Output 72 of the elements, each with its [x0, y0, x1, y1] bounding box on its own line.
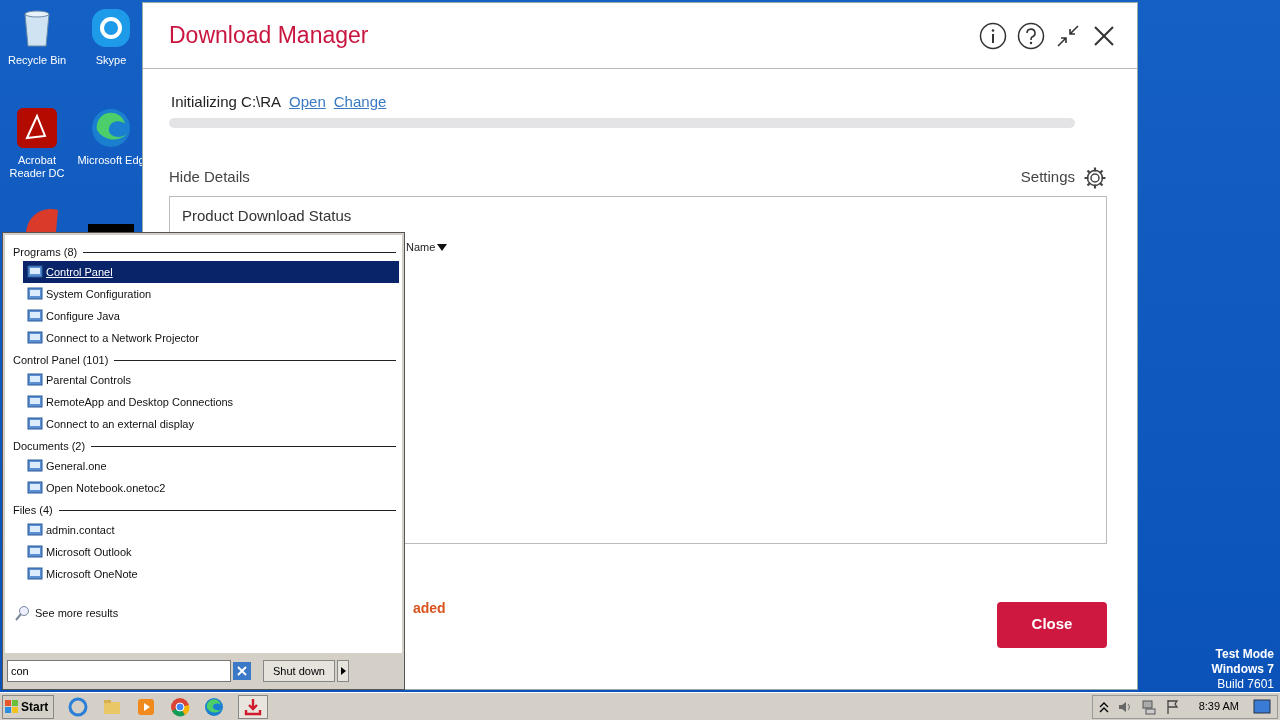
status-message: aded	[413, 598, 446, 618]
close-button[interactable]: Close	[997, 601, 1107, 648]
flag-icon[interactable]	[1164, 698, 1181, 715]
status-text: Initializing C:\RA	[171, 92, 282, 112]
result-item[interactable]: Connect to an external display	[23, 413, 399, 435]
folder-link[interactable]: Open	[289, 91, 326, 114]
collapse-icon[interactable]	[1055, 22, 1081, 49]
hide-details-link[interactable]: Hide Details	[169, 166, 250, 189]
window-icon	[27, 544, 43, 560]
search-field[interactable]: con	[7, 660, 231, 682]
system-notice: Test Mode	[1215, 647, 1274, 662]
result-item[interactable]: Control Panel	[23, 261, 399, 283]
window-title: Download Manager	[169, 21, 369, 51]
desktop-icon-label[interactable]: Recycle Bin	[7, 54, 67, 67]
acrobat-icon	[15, 106, 59, 150]
result-item[interactable]: Configure Java	[23, 305, 399, 327]
download-app-button[interactable]	[238, 694, 268, 719]
settings-label[interactable]: Settings	[1020, 166, 1075, 189]
skype-icon	[89, 6, 133, 50]
clear-search-icon[interactable]	[233, 662, 251, 680]
download-icon	[244, 697, 262, 716]
folder-link[interactable]: Change	[333, 91, 387, 114]
settings-icon[interactable]	[1083, 165, 1107, 190]
search-icon	[15, 605, 31, 622]
start-button[interactable]: Start	[2, 694, 54, 719]
group-heading: Control Panel (101)	[13, 352, 109, 368]
window-icon	[27, 308, 43, 324]
result-item[interactable]: General.one	[23, 455, 399, 477]
see-more-results[interactable]: See more results	[35, 605, 119, 622]
window-icon	[27, 480, 43, 496]
edge-icon	[89, 106, 133, 150]
window-icon	[27, 522, 43, 538]
window-icon	[27, 264, 43, 280]
network-icon[interactable]	[1140, 698, 1157, 715]
windows-logo-icon	[5, 699, 19, 714]
chrome-icon[interactable]	[170, 696, 190, 717]
edge-icon[interactable]	[204, 696, 224, 717]
window-icon	[27, 394, 43, 410]
group-heading: Programs (8)	[13, 244, 78, 260]
clock[interactable]: 8:39 AM	[1198, 698, 1239, 715]
window-icon	[27, 458, 43, 474]
desktop-icon-label[interactable]: Skype	[95, 54, 127, 67]
info-icon[interactable]	[979, 21, 1007, 50]
window-icon	[27, 286, 43, 302]
desktop-icon-label[interactable]: Acrobat Reader DC	[0, 154, 74, 180]
window-icon	[27, 566, 43, 582]
shut-down-options-button[interactable]	[337, 660, 349, 682]
system-notice: Build 7601	[1217, 677, 1274, 692]
caret-icon	[340, 667, 346, 675]
result-item[interactable]: RemoteApp and Desktop Connections	[23, 391, 399, 413]
browser-icon[interactable]	[68, 696, 88, 717]
panel-title: Product Download Status	[182, 205, 353, 226]
result-item[interactable]: Open Notebook.onetoc2	[23, 477, 399, 499]
media-player-icon[interactable]	[136, 696, 156, 717]
caret-icon[interactable]	[437, 243, 448, 251]
window-icon	[27, 372, 43, 388]
window-icon	[27, 330, 43, 346]
shut-down-button[interactable]: Shut down	[263, 660, 335, 682]
sort-value[interactable]: Name	[406, 239, 436, 256]
result-item[interactable]: Connect to a Network Projector	[23, 327, 399, 349]
window-icon	[27, 416, 43, 432]
result-item[interactable]: Microsoft Outlook	[23, 541, 399, 563]
result-item[interactable]: Microsoft OneNote	[23, 563, 399, 585]
group-heading: Documents (2)	[13, 438, 86, 454]
group-heading: Files (4)	[13, 502, 53, 518]
help-icon[interactable]	[1017, 21, 1045, 50]
show-desktop-icon[interactable]	[1253, 698, 1271, 715]
result-item[interactable]: admin.contact	[23, 519, 399, 541]
chevron-up-icon[interactable]	[1098, 700, 1109, 713]
result-item[interactable]: System Configuration	[23, 283, 399, 305]
result-item[interactable]: Parental Controls	[23, 369, 399, 391]
system-notice: Windows 7	[1211, 662, 1274, 677]
